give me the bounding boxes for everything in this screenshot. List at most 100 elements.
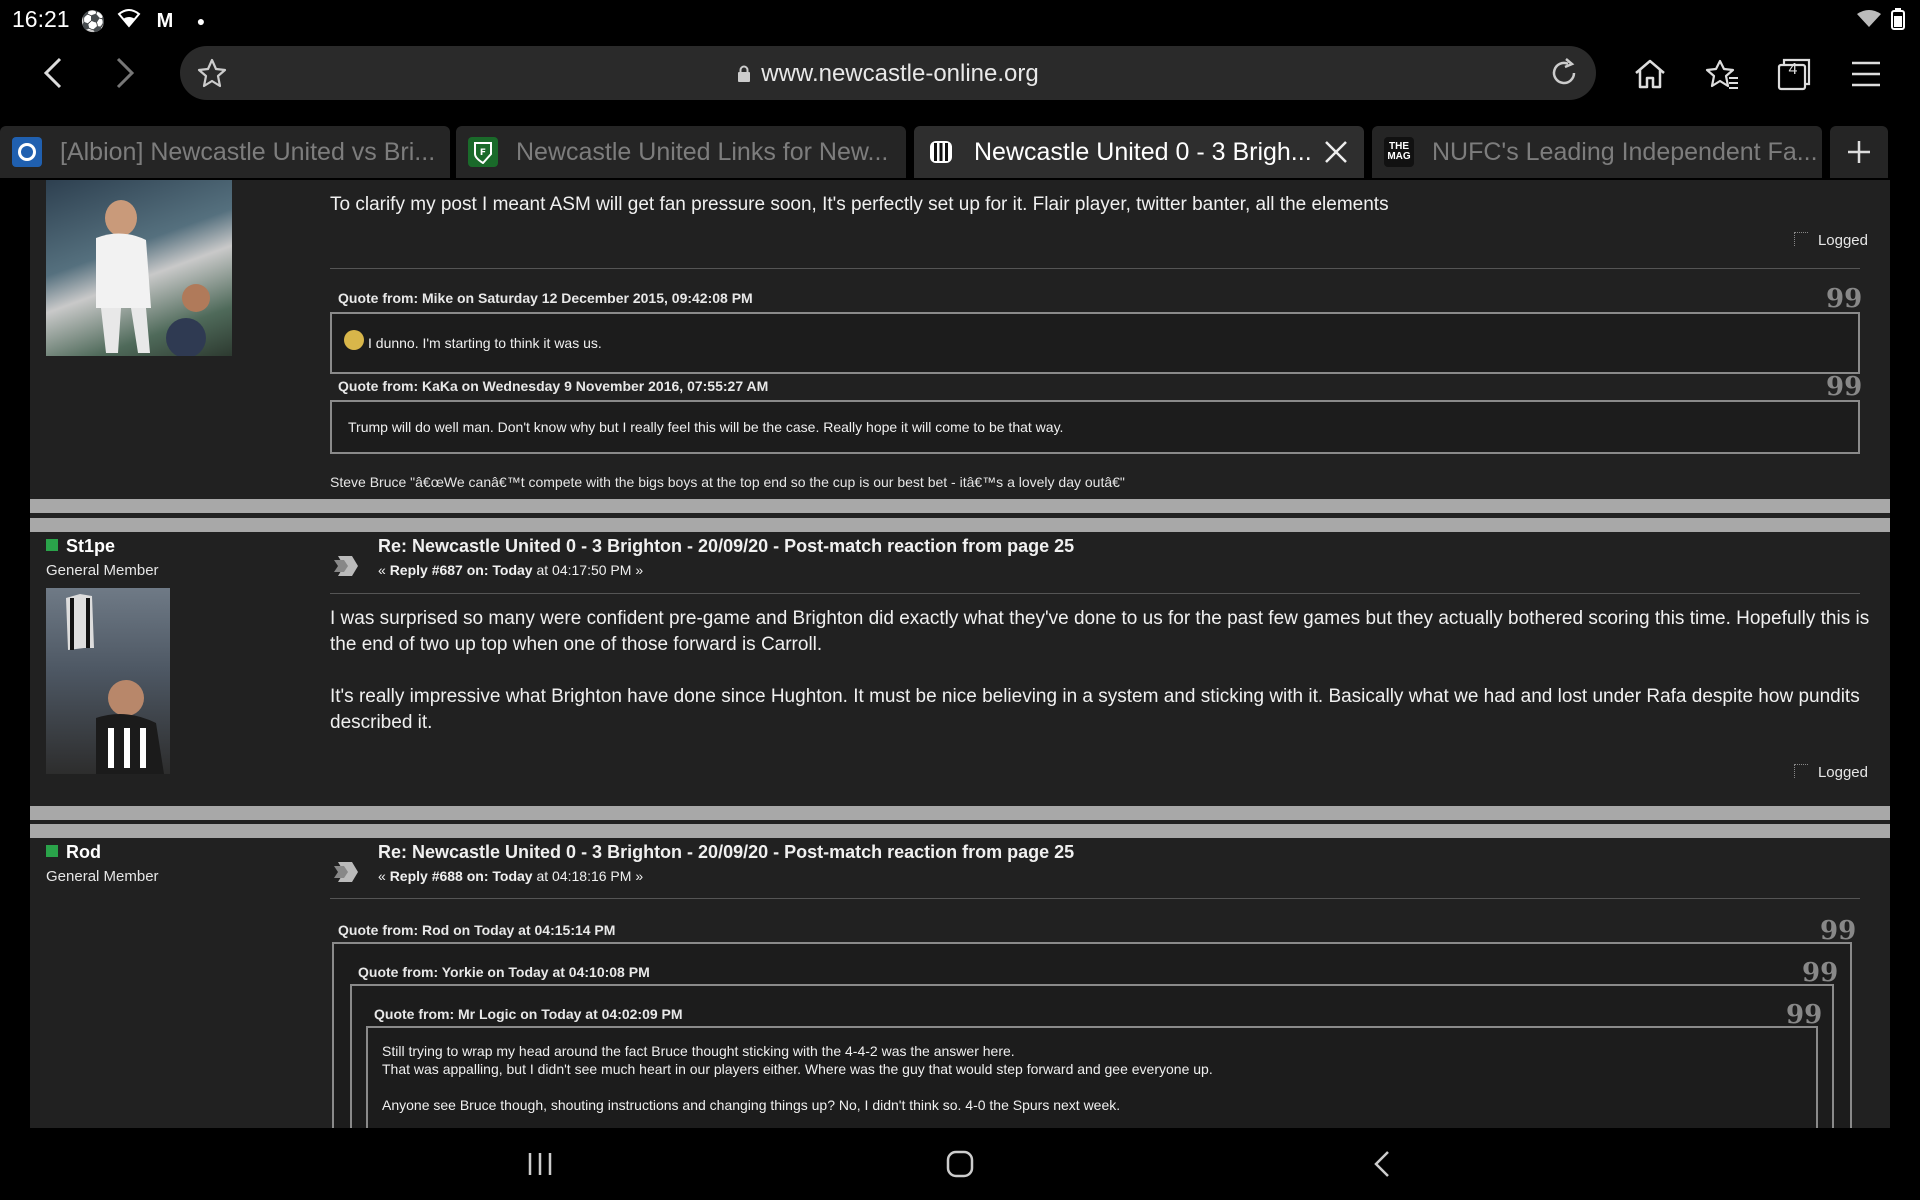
post-meta: « Reply #687 on: Today at 04:17:50 PM »	[378, 562, 644, 578]
tab-title: NUFC's Leading Independent Fa...	[1432, 137, 1818, 166]
bookmarks-button[interactable]	[1700, 52, 1744, 96]
brighton-icon	[12, 137, 42, 167]
reply-link[interactable]: Reply #687 on:	[390, 562, 489, 578]
quote-block: Trump will do well man. Don't know why b…	[330, 400, 1860, 454]
quote-text: Trump will do well man. Don't know why b…	[348, 419, 1064, 435]
forum-content: To clarify my post I meant ASM will get …	[30, 180, 1890, 1128]
status-bar: 16:21 ⚽ M ●	[0, 0, 1920, 38]
forward-button[interactable]	[102, 50, 148, 96]
status-time: 16:21	[12, 6, 70, 32]
smiley-icon	[344, 330, 364, 350]
post-title-link[interactable]: Re: Newcastle United 0 - 3 Brighton - 20…	[378, 842, 1074, 863]
chevron-left-icon	[43, 57, 62, 89]
lock-icon	[738, 65, 751, 82]
username[interactable]: Rod	[46, 842, 101, 863]
tab-albion[interactable]: [Albion] Newcastle United vs Bri...	[0, 126, 450, 178]
quote-text: I dunno. I'm starting to think it was us…	[344, 330, 602, 352]
avatar	[46, 588, 170, 774]
tab-manager-button[interactable]: 4	[1772, 52, 1816, 96]
ip-icon	[1793, 232, 1808, 246]
quote-header: Quote from: Mike on Saturday 12 December…	[338, 290, 753, 306]
stripes-icon	[926, 137, 956, 167]
wifi-icon	[116, 8, 142, 34]
signature: Steve Bruce "â€œWe canâ€™t compete with …	[330, 474, 1125, 490]
bookmarks-star-icon	[1705, 59, 1738, 89]
quote-line: Anyone see Bruce though, shouting instru…	[382, 1097, 1121, 1113]
quote-icon[interactable]: 99	[1826, 372, 1862, 402]
recent-apps-button[interactable]	[520, 1144, 560, 1184]
tab-strip: [Albion] Newcastle United vs Bri... F Ne…	[0, 124, 1920, 180]
browser-toolbar: www.newcastle-online.org 4	[0, 38, 1920, 108]
dot-icon: ●	[196, 13, 206, 29]
ip-icon	[1793, 764, 1808, 778]
url-display[interactable]: www.newcastle-online.org	[180, 60, 1596, 88]
status-icons-right	[1856, 8, 1906, 35]
member-rank: General Member	[46, 868, 159, 885]
tab-title: Newcastle United Links for New...	[516, 137, 889, 166]
separator	[330, 268, 1860, 269]
url-text: www.newcastle-online.org	[761, 60, 1039, 87]
reload-button[interactable]	[1546, 55, 1582, 91]
battery-icon	[1890, 8, 1906, 35]
home-icon	[1635, 59, 1665, 89]
topic-icon	[334, 862, 358, 882]
quote-block: I dunno. I'm starting to think it was us…	[330, 312, 1860, 374]
back-button[interactable]	[30, 50, 76, 96]
quote-block: Quote from: Mr Logic on Today at 04:02:0…	[350, 984, 1834, 1128]
quote-header: Quote from: KaKa on Wednesday 9 November…	[338, 378, 769, 394]
plus-icon	[1848, 141, 1870, 163]
tab-active-match-thread[interactable]: Newcastle United 0 - 3 Brigh...	[914, 126, 1364, 178]
reply-link[interactable]: Reply #688 on:	[390, 868, 489, 884]
address-bar[interactable]: www.newcastle-online.org	[180, 46, 1596, 100]
online-status-icon	[46, 539, 58, 551]
quote-header: Quote from: Rod on Today at 04:15:14 PM	[338, 922, 616, 938]
quote-header: Quote from: Yorkie on Today at 04:10:08 …	[358, 964, 650, 980]
separator	[330, 593, 1860, 594]
tab-title: Newcastle United 0 - 3 Brigh...	[974, 137, 1312, 166]
home-nav-button[interactable]	[940, 1144, 980, 1184]
post-body-paragraph: I was surprised so many were confident p…	[330, 608, 1870, 655]
tab-title: [Albion] Newcastle United vs Bri...	[60, 137, 436, 166]
logged-indicator: Logged	[1793, 232, 1868, 249]
quote-line: That was appalling, but I didn't see muc…	[382, 1061, 1213, 1077]
tab-count: 4	[1788, 61, 1798, 78]
close-tab-icon[interactable]	[1322, 138, 1350, 166]
post-body: To clarify my post I meant ASM will get …	[330, 194, 1389, 215]
tab-nufc-links[interactable]: F Newcastle United Links for New...	[456, 126, 906, 178]
separator	[330, 898, 1860, 899]
post-meta: « Reply #688 on: Today at 04:18:16 PM »	[378, 868, 644, 884]
system-nav-bar	[0, 1128, 1920, 1200]
hamburger-menu-icon	[1852, 61, 1880, 87]
chevron-right-icon	[116, 57, 135, 89]
quote-icon[interactable]: 99	[1826, 284, 1862, 314]
home-circle-icon	[946, 1150, 974, 1178]
avatar	[46, 180, 232, 356]
post-divider	[30, 806, 1890, 820]
back-nav-button[interactable]	[1362, 1144, 1402, 1184]
tab-the-mag[interactable]: THE MAG NUFC's Leading Independent Fa...	[1372, 126, 1822, 178]
the-mag-icon: THE MAG	[1384, 137, 1414, 167]
quote-block: Quote from: Yorkie on Today at 04:10:08 …	[332, 942, 1852, 1128]
quote-line: Still trying to wrap my head around the …	[382, 1043, 1015, 1059]
quote-block: Still trying to wrap my head around the …	[366, 1026, 1818, 1128]
post-title-link[interactable]: Re: Newcastle United 0 - 3 Brighton - 20…	[378, 536, 1074, 557]
recents-icon	[528, 1153, 552, 1175]
reload-icon	[1552, 58, 1576, 85]
post-divider	[30, 499, 1890, 513]
nufc-crest-icon: F	[468, 137, 498, 167]
quote-header: Quote from: Mr Logic on Today at 04:02:0…	[374, 1006, 683, 1022]
status-icons-left: ⚽ M ●	[80, 8, 214, 34]
back-chevron-icon	[1374, 1151, 1389, 1177]
gmail-icon: M	[156, 9, 174, 32]
home-button[interactable]	[1628, 52, 1672, 96]
menu-button[interactable]	[1844, 52, 1888, 96]
username[interactable]: St1pe	[46, 536, 115, 557]
topic-icon	[334, 556, 358, 576]
member-rank: General Member	[46, 562, 159, 579]
football-icon: ⚽	[80, 10, 106, 33]
online-status-icon	[46, 845, 58, 857]
wifi-signal-icon	[1856, 9, 1882, 34]
new-tab-button[interactable]	[1830, 126, 1888, 178]
logged-indicator: Logged	[1793, 764, 1868, 781]
post-body-paragraph: It's really impressive what Brighton hav…	[330, 686, 1860, 733]
